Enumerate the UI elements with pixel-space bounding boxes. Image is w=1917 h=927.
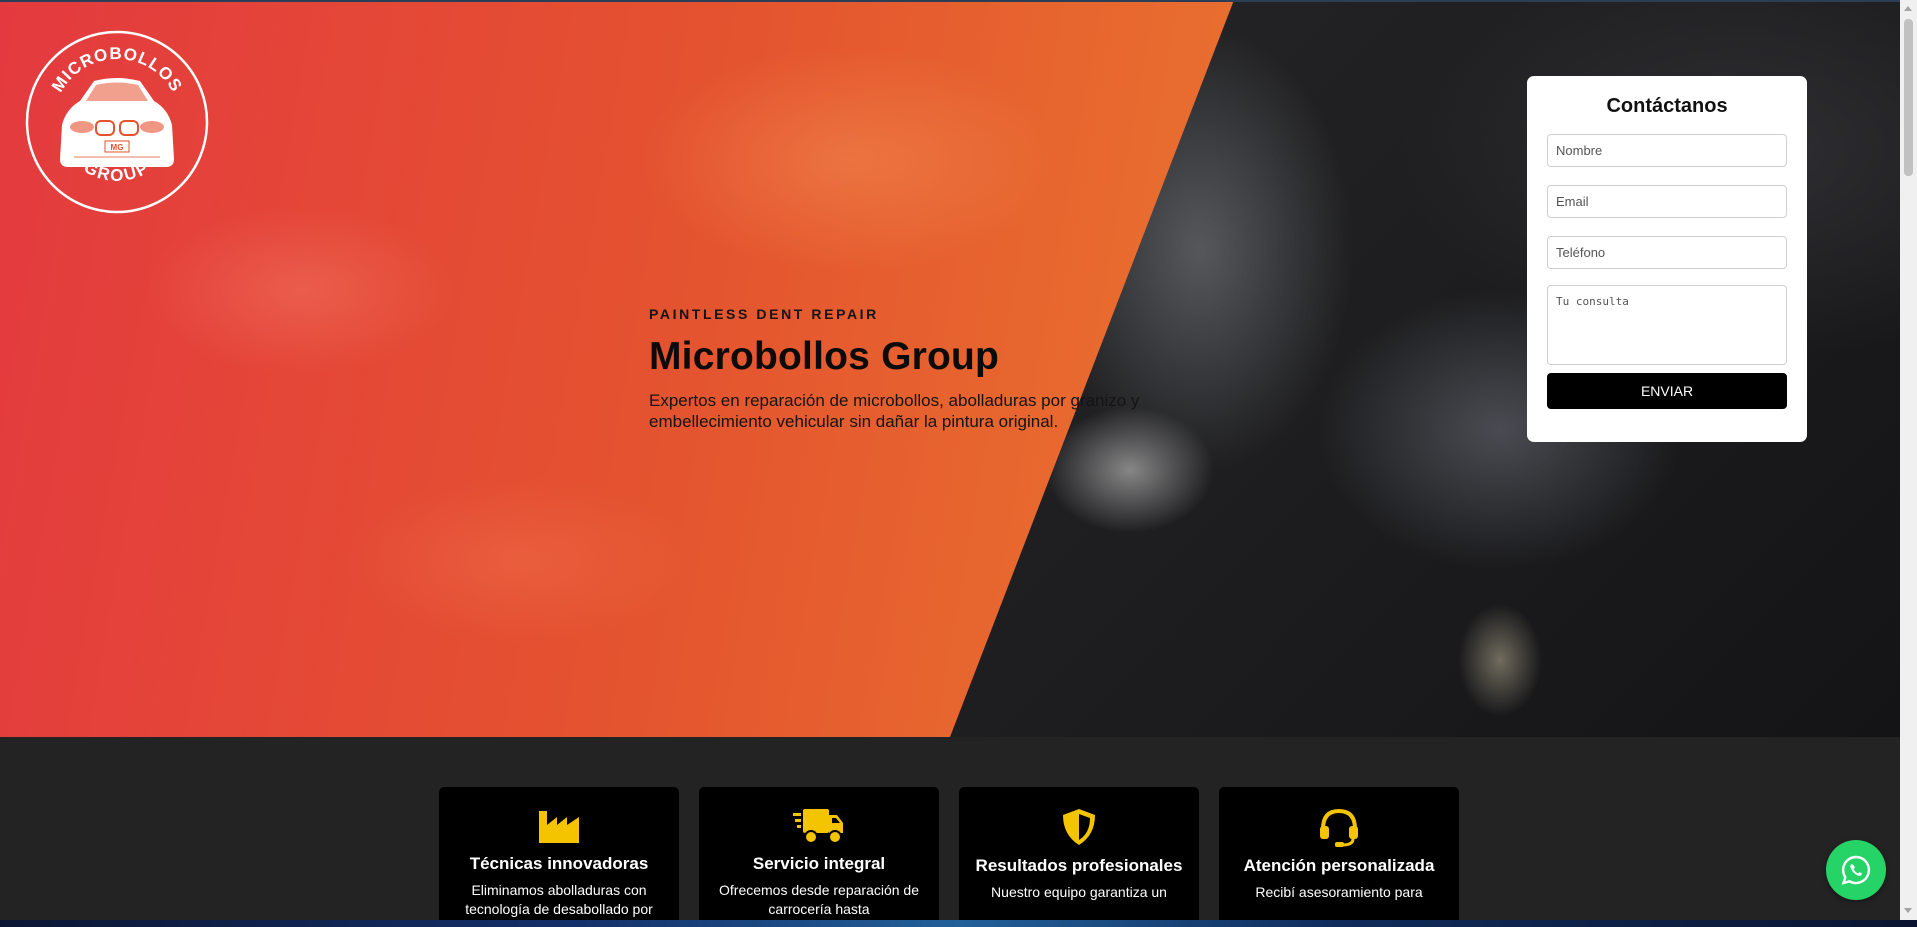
name-input[interactable]: [1547, 134, 1787, 167]
feature-title: Atención personalizada: [1243, 856, 1435, 875]
scrollbar-thumb[interactable]: [1904, 19, 1913, 176]
brand-logo[interactable]: MICROBOLLOS GROUP MG: [24, 29, 210, 215]
contact-title: Contáctanos: [1606, 95, 1728, 117]
feature-text: Recibí asesoramiento para: [1255, 884, 1423, 900]
scroll-down-arrow-icon[interactable]: [1904, 908, 1912, 913]
delivery-truck-icon: [793, 809, 843, 844]
shield-icon: [1063, 809, 1095, 845]
message-textarea[interactable]: [1547, 285, 1787, 365]
feature-card: Servicio integral Ofrecemos desde repara…: [699, 787, 939, 920]
feature-card: Atención personalizada Recibí asesoramie…: [1219, 787, 1459, 920]
contact-form: Contáctanos ENVIAR: [1527, 76, 1807, 442]
hero-description: Expertos en reparación de microbollos, a…: [649, 391, 1140, 431]
whatsapp-button[interactable]: [1826, 840, 1886, 900]
factory-icon: [539, 811, 579, 843]
feature-title: Resultados profesionales: [975, 856, 1183, 875]
page: MICROBOLLOS GROUP MG PAINTLESS DENT REPA…: [0, 0, 1900, 920]
phone-input[interactable]: [1547, 236, 1787, 269]
feature-text: Ofrecemos desde reparación de carrocería…: [719, 882, 919, 917]
hero-eyebrow: PAINTLESS DENT REPAIR: [649, 306, 879, 322]
feature-title: Técnicas innovadoras: [469, 854, 649, 873]
feature-card: Resultados profesionales Nuestro equipo …: [959, 787, 1199, 920]
feature-text: Eliminamos abolladuras con tecnología de…: [465, 882, 653, 917]
scroll-up-arrow-icon[interactable]: [1904, 6, 1912, 11]
car-icon: MG: [60, 78, 174, 167]
headset-icon: [1320, 808, 1358, 847]
taskbar-strip: [0, 920, 1917, 927]
scrollbar[interactable]: [1900, 0, 1917, 920]
whatsapp-icon: [1841, 855, 1871, 885]
top-border: [0, 0, 1900, 2]
hero-section: MICROBOLLOS GROUP MG PAINTLESS DENT REPA…: [0, 0, 1900, 737]
email-input[interactable]: [1547, 185, 1787, 218]
features-section: Técnicas innovadoras Eliminamos abolladu…: [439, 787, 1461, 920]
hero-title: Microbollos Group: [649, 335, 1000, 378]
feature-title: Servicio integral: [752, 854, 886, 873]
hero-text: PAINTLESS DENT REPAIR Microbollos Group …: [649, 306, 1209, 432]
logo-plate-text: MG: [111, 143, 124, 152]
feature-card: Técnicas innovadoras Eliminamos abolladu…: [439, 787, 679, 920]
submit-button[interactable]: ENVIAR: [1547, 373, 1787, 409]
feature-text: Nuestro equipo garantiza un: [991, 884, 1167, 900]
